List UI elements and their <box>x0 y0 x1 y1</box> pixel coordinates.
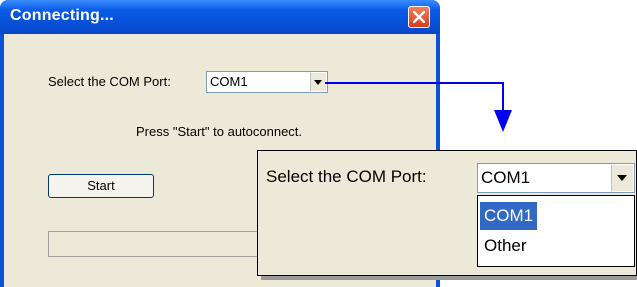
com-port-options: COM1 Other <box>477 195 635 267</box>
callout-com-port-select[interactable]: COM1 <box>477 163 635 193</box>
callout-com-port-value: COM1 <box>481 168 531 187</box>
zoom-callout: Select the COM Port: COM1 COM1 Other <box>257 150 637 276</box>
chevron-down-icon <box>617 175 627 181</box>
option-com1[interactable]: COM1 <box>480 202 538 230</box>
option-other[interactable]: Other <box>480 232 531 260</box>
callout-dropdown-button[interactable] <box>611 165 633 191</box>
callout-com-port-label: Select the COM Port: <box>266 167 427 186</box>
